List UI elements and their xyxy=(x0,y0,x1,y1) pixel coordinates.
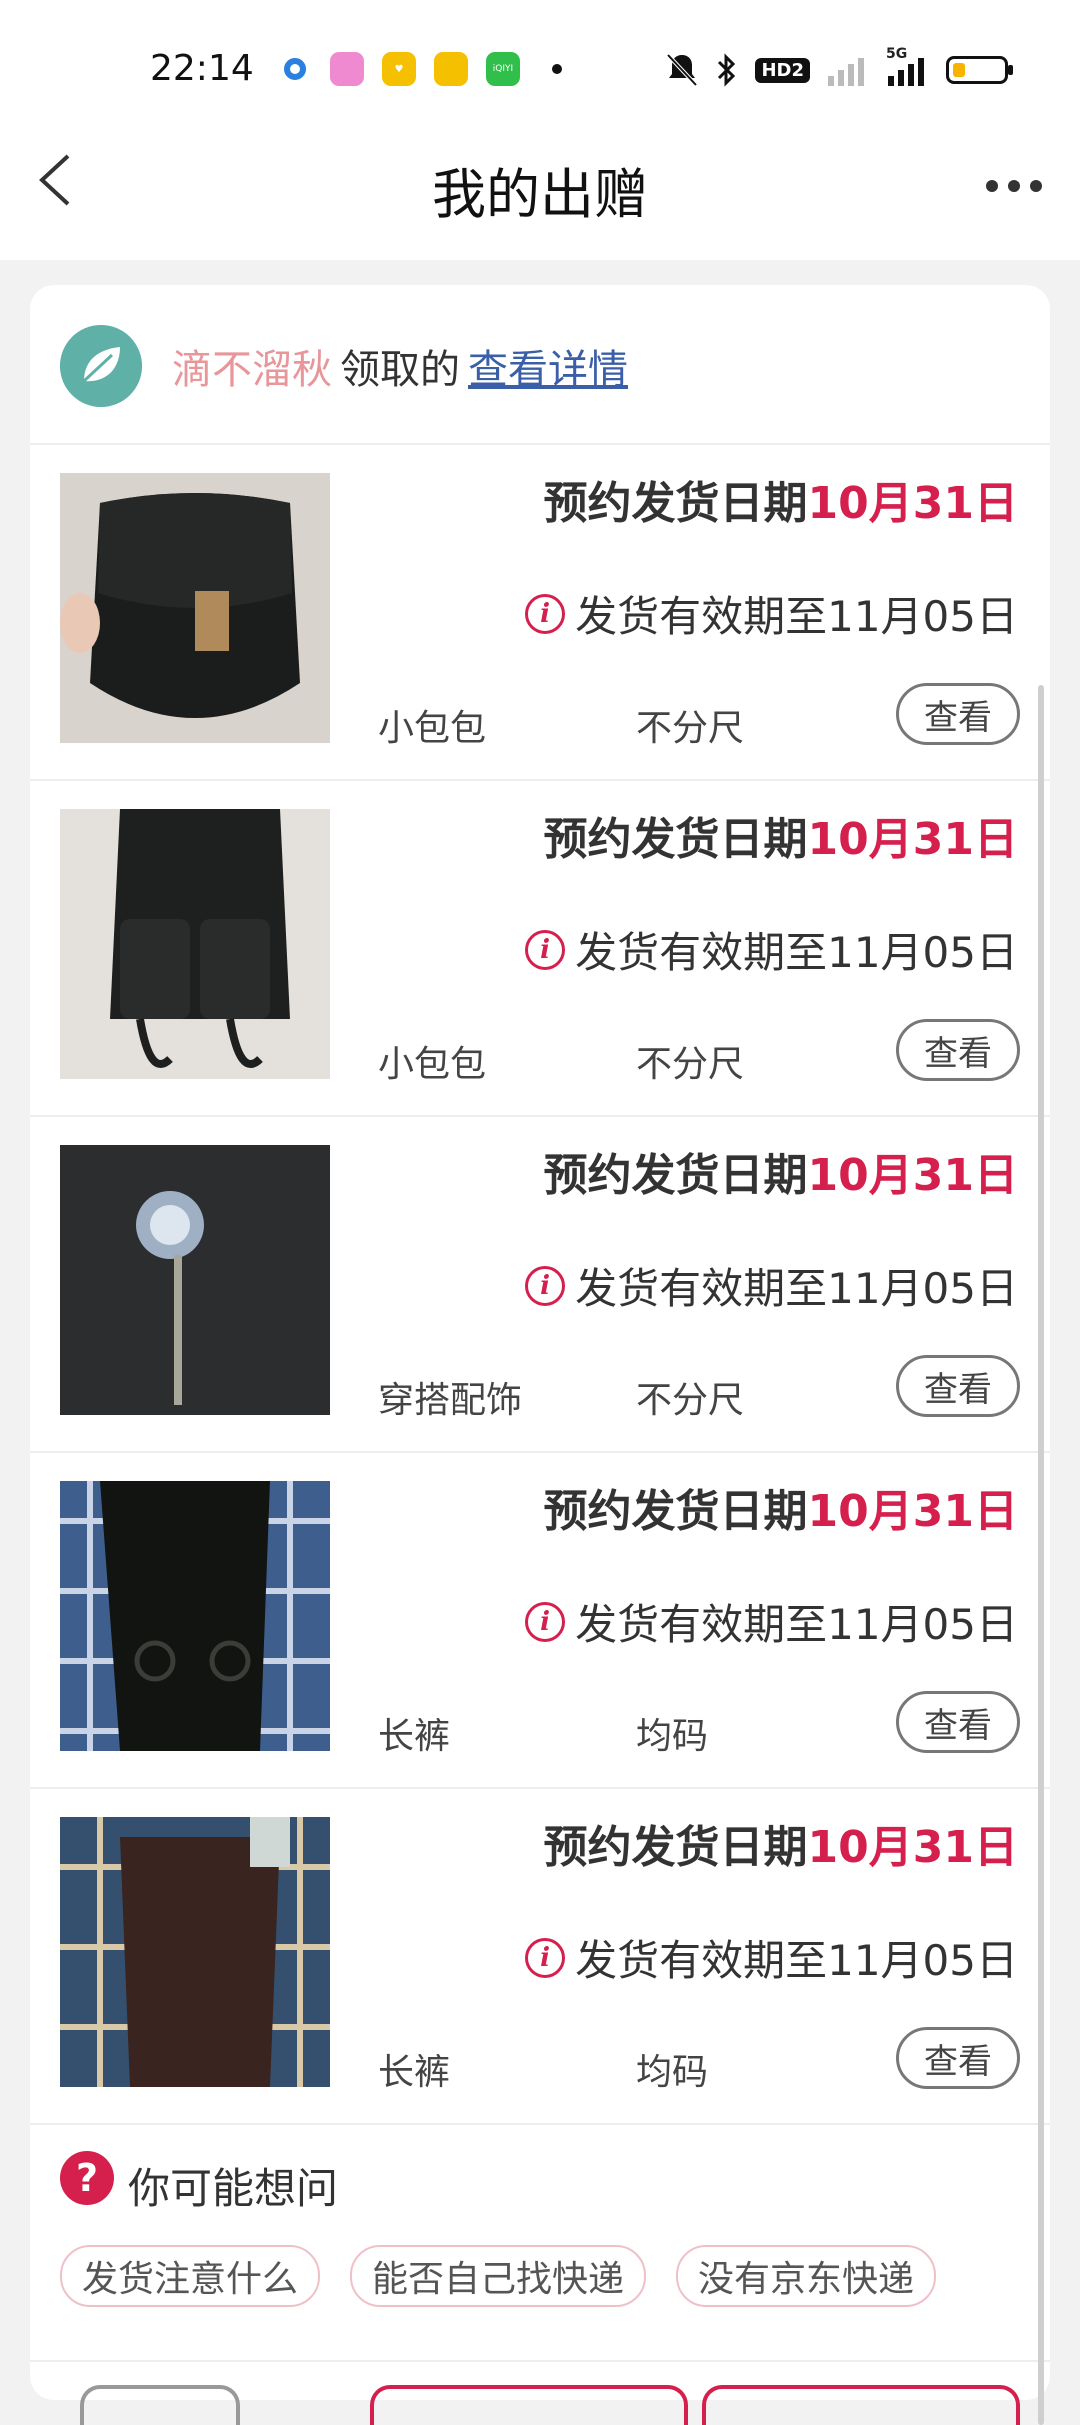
camera-app-icon xyxy=(330,52,364,86)
view-button[interactable]: 查看 xyxy=(896,1355,1020,1417)
info-icon: i xyxy=(525,593,566,634)
valid-until: i 发货有效期至11月05日 xyxy=(525,1927,1018,1988)
gift-item[interactable]: 预约发货日期10月31日 i 发货有效期至11月05日 小包包 不分尺 查看 xyxy=(30,779,1050,1117)
item-category: 小包包 xyxy=(378,1044,487,1085)
bottom-action-bar xyxy=(30,2385,1050,2425)
ship-date-label: 预约发货日期 xyxy=(543,814,808,865)
more-options-icon[interactable] xyxy=(986,180,1042,192)
gift-item[interactable]: 预约发货日期10月31日 i 发货有效期至11月05日 长裤 均码 查看 xyxy=(30,1451,1050,1789)
item-photo[interactable] xyxy=(60,1817,330,2087)
ship-date-value: 10月31日 xyxy=(807,814,1018,865)
view-details-link[interactable]: 查看详情 xyxy=(468,347,628,393)
faq-chip[interactable]: 没有京东快递 xyxy=(676,2245,937,2307)
hd-icon: HD2 xyxy=(755,57,810,83)
claim-label: 领取的 xyxy=(340,347,460,393)
status-time: 22:14 xyxy=(150,48,254,89)
gift-item[interactable]: 预约发货日期10月31日 i 发货有效期至11月05日 小包包 不分尺 查看 xyxy=(30,443,1050,781)
view-button[interactable]: 查看 xyxy=(896,1691,1020,1753)
view-button[interactable]: 查看 xyxy=(896,1019,1020,1081)
valid-until-text: 发货有效期至11月05日 xyxy=(575,1264,1018,1313)
bottom-button-right[interactable] xyxy=(702,2385,1020,2425)
item-size: 不分尺 xyxy=(636,1044,745,1085)
item-photo[interactable] xyxy=(60,1481,330,1751)
item-size: 均码 xyxy=(636,2052,709,2093)
claimer-name[interactable]: 滴不溜秋 xyxy=(172,347,332,393)
claim-row: 滴不溜秋 领取的 查看详情 xyxy=(30,285,1050,445)
item-photo[interactable] xyxy=(60,809,330,1079)
notes-app-icon xyxy=(434,52,468,86)
item-size: 不分尺 xyxy=(636,708,745,749)
valid-until: i 发货有效期至11月05日 xyxy=(525,919,1018,980)
ship-date: 预约发货日期10月31日 xyxy=(544,1139,1018,1203)
ship-date-label: 预约发货日期 xyxy=(543,1822,808,1873)
faq-chip[interactable]: 能否自己找快递 xyxy=(350,2245,647,2307)
info-icon: i xyxy=(525,1937,566,1978)
ship-date: 预约发货日期10月31日 xyxy=(544,1811,1018,1875)
ship-date-label: 预约发货日期 xyxy=(543,1486,808,1537)
faq-chip[interactable]: 发货注意什么 xyxy=(60,2245,321,2307)
signal-icon xyxy=(828,58,864,86)
faq-title: 你可能想问 xyxy=(128,2164,339,2213)
valid-until: i 发货有效期至11月05日 xyxy=(525,583,1018,644)
gift-item[interactable]: 预约发货日期10月31日 i 发货有效期至11月05日 穿搭配饰 不分尺 查看 xyxy=(30,1115,1050,1453)
ship-date: 预约发货日期10月31日 xyxy=(544,803,1018,867)
item-category: 长裤 xyxy=(378,1716,451,1757)
circle-app-icon xyxy=(278,52,312,86)
page-title: 我的出赠 xyxy=(432,163,648,226)
ship-date: 预约发货日期10月31日 xyxy=(544,467,1018,531)
item-size: 均码 xyxy=(636,1716,709,1757)
bell-off-icon xyxy=(667,53,698,87)
ship-date-value: 10月31日 xyxy=(807,478,1018,529)
item-photo[interactable] xyxy=(60,473,330,743)
ship-date-value: 10月31日 xyxy=(807,1822,1018,1873)
gift-card: 滴不溜秋 领取的 查看详情 预约发货日期10月31日 i 发货有效期至11月05日 小… xyxy=(30,285,1050,2425)
ship-date-value: 10月31日 xyxy=(807,1486,1018,1537)
item-category: 小包包 xyxy=(378,708,487,749)
notification-icons: ♥ iQIYI xyxy=(278,52,562,86)
info-icon: i xyxy=(525,1601,566,1642)
info-icon: i xyxy=(525,1265,566,1306)
valid-until-text: 发货有效期至11月05日 xyxy=(575,592,1018,641)
valid-until-text: 发货有效期至11月05日 xyxy=(575,1600,1018,1649)
item-category: 长裤 xyxy=(378,2052,451,2093)
gift-item[interactable]: 预约发货日期10月31日 i 发货有效期至11月05日 长裤 均码 查看 xyxy=(30,1787,1050,2125)
more-notifications-dot xyxy=(552,64,562,74)
bluetooth-icon xyxy=(718,53,736,87)
view-button[interactable]: 查看 xyxy=(896,2027,1020,2089)
divider xyxy=(30,2360,1050,2362)
valid-until-text: 发货有效期至11月05日 xyxy=(575,928,1018,977)
battery-icon xyxy=(946,56,1013,84)
ship-date: 预约发货日期10月31日 xyxy=(544,1475,1018,1539)
heart-app-icon: ♥ xyxy=(382,52,416,86)
faq-section: ? 你可能想问 发货注意什么 能否自己找快递 没有京东快递 xyxy=(30,2125,1050,2365)
view-button[interactable]: 查看 xyxy=(896,683,1020,745)
system-icons: HD2 5G xyxy=(665,46,1013,88)
question-icon: ? xyxy=(60,2151,114,2205)
item-photo[interactable] xyxy=(60,1145,330,1415)
faq-chips: 发货注意什么 能否自己找快递 没有京东快递 xyxy=(60,2245,937,2307)
valid-until: i 发货有效期至11月05日 xyxy=(525,1255,1018,1316)
item-size: 不分尺 xyxy=(636,1380,745,1421)
scrollbar[interactable] xyxy=(1038,685,1044,2425)
claim-text: 滴不溜秋 领取的 查看详情 xyxy=(172,337,628,395)
bottom-button-left[interactable] xyxy=(80,2385,240,2425)
item-category: 穿搭配饰 xyxy=(378,1380,523,1421)
valid-until: i 发货有效期至11月05日 xyxy=(525,1591,1018,1652)
ship-date-label: 预约发货日期 xyxy=(543,1150,808,1201)
iqiyi-app-icon: iQIYI xyxy=(486,52,520,86)
ship-date-value: 10月31日 xyxy=(807,1150,1018,1201)
leaf-avatar-icon xyxy=(60,325,142,407)
info-icon: i xyxy=(525,929,566,970)
5g-signal-icon: 5G xyxy=(886,46,930,88)
status-bar: 22:14 ♥ iQIYI HD2 5G xyxy=(0,0,1080,130)
bottom-button-middle[interactable] xyxy=(370,2385,688,2425)
ship-date-label: 预约发货日期 xyxy=(543,478,808,529)
valid-until-text: 发货有效期至11月05日 xyxy=(575,1936,1018,1985)
